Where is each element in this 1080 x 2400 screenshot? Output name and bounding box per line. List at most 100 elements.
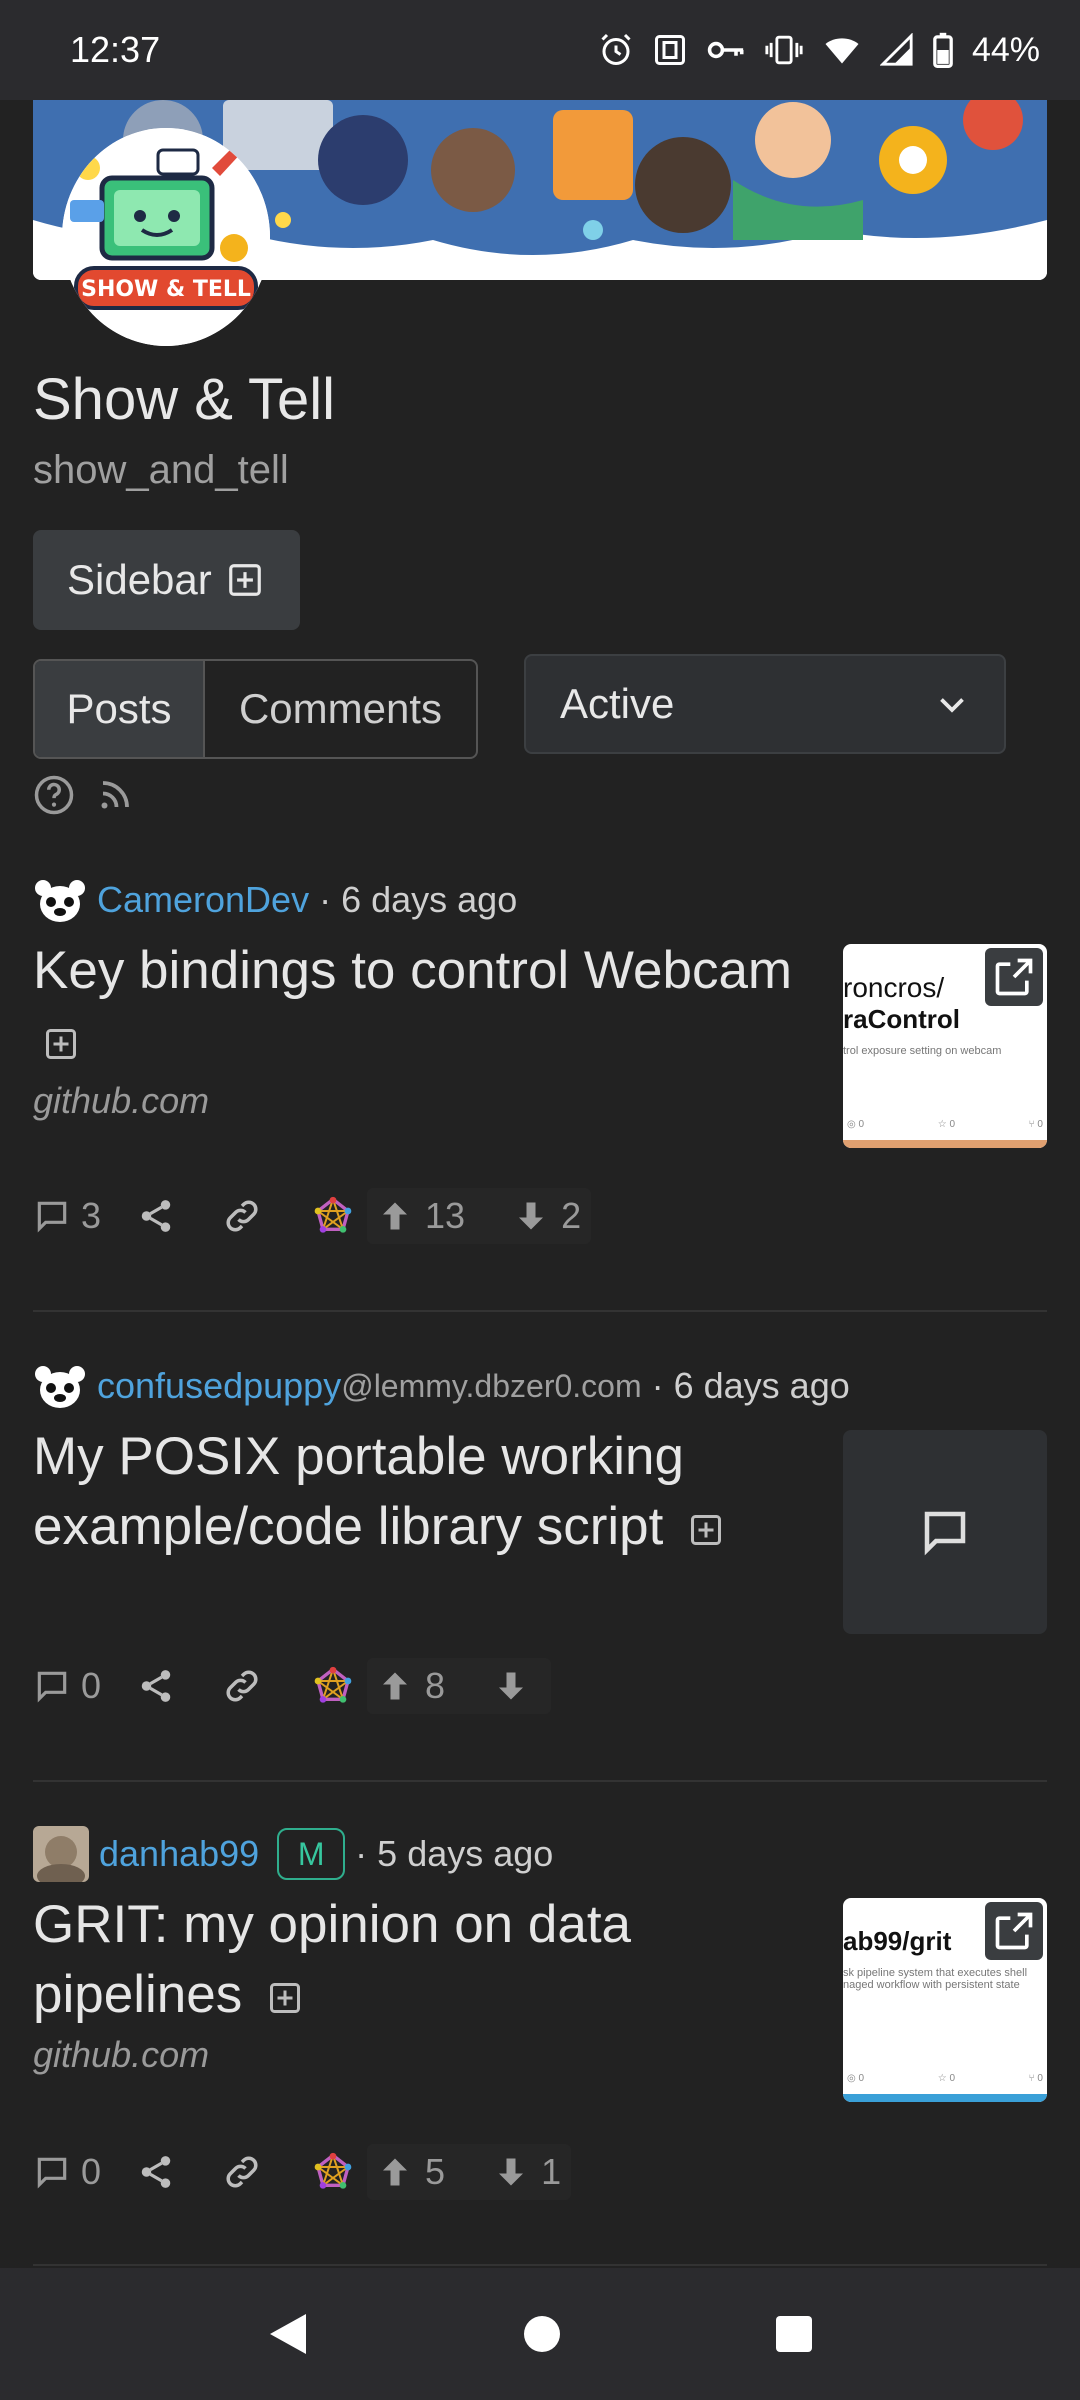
- meta-separator: ·: [651, 1365, 664, 1406]
- external-link-badge: [985, 1902, 1043, 1960]
- thumbnail-line-2: raControl: [843, 1004, 960, 1034]
- share-icon[interactable]: [137, 2153, 175, 2191]
- logo-text: SHOW & TELL: [81, 277, 251, 302]
- back-icon[interactable]: [266, 2310, 310, 2358]
- downvote-arrow-icon[interactable]: [493, 1668, 529, 1704]
- expand-plus-icon: [228, 564, 261, 596]
- comments-action[interactable]: 0: [33, 2151, 101, 2193]
- show-and-tell-logo: SHOW & TELL: [62, 128, 270, 346]
- recents-icon[interactable]: [774, 2314, 814, 2354]
- rss-icon[interactable]: [97, 777, 133, 813]
- link-icon[interactable]: [221, 1195, 263, 1237]
- upvote-arrow-icon[interactable]: [377, 2154, 413, 2190]
- upvote-count: 5: [425, 2151, 446, 2192]
- vote-box: 8: [367, 1658, 552, 1714]
- downvote-count: 2: [561, 1195, 582, 1236]
- community-logo: SHOW & TELL: [62, 128, 270, 346]
- comment-count: 0: [81, 1665, 102, 1706]
- expand-plus-icon[interactable]: [688, 1512, 724, 1548]
- nfc-icon: [654, 35, 685, 65]
- post-divider: [33, 1780, 1047, 1782]
- chevron-down-icon: [940, 698, 964, 713]
- post-author[interactable]: CameronDev: [97, 879, 309, 921]
- upvote-count: 13: [425, 1195, 466, 1236]
- fediverse-icon[interactable]: [313, 2152, 353, 2192]
- user-avatar-icon[interactable]: [33, 1362, 87, 1410]
- community-handle: show_and_tell: [33, 448, 289, 492]
- downvote-arrow-icon[interactable]: [493, 2154, 529, 2190]
- status-bar: 12:37 44%: [0, 0, 1080, 100]
- share-icon[interactable]: [137, 1667, 175, 1705]
- post-title[interactable]: Key bindings to control Webcam: [33, 936, 813, 1076]
- fediverse-icon[interactable]: [313, 1196, 353, 1236]
- thumbnail-text: roncros/ raControl trol exposure setting…: [843, 972, 1001, 1057]
- comment-icon: [37, 1201, 67, 1233]
- post-title-text: Key bindings to control Webcam: [33, 941, 793, 1000]
- battery-icon: [933, 32, 953, 68]
- downvote-count: 1: [541, 2151, 562, 2192]
- help-icon[interactable]: [33, 774, 75, 816]
- expand-plus-icon[interactable]: [267, 1980, 303, 2016]
- vote-box: 5 1: [367, 2144, 572, 2200]
- fediverse-icon[interactable]: [313, 1666, 353, 1706]
- post-author[interactable]: confusedpuppy: [97, 1365, 341, 1407]
- community-title: Show & Tell: [33, 367, 335, 432]
- downvote-arrow-icon[interactable]: [513, 1198, 549, 1234]
- post-card: CameronDev · 6 days ago Key bindings to …: [33, 870, 1047, 1244]
- avatar-photo: [33, 1826, 89, 1882]
- share-icon[interactable]: [137, 1197, 175, 1235]
- post-meta: danhab99 M · 5 days ago: [33, 1824, 1047, 1884]
- comment-icon: [37, 1671, 67, 1703]
- post-time: 5 days ago: [377, 1833, 554, 1874]
- meta-separator: ·: [319, 879, 332, 920]
- user-avatar-icon[interactable]: [33, 876, 87, 924]
- vibrate-icon: [765, 35, 803, 65]
- post-author[interactable]: danhab99: [99, 1833, 259, 1875]
- post-card: danhab99 M · 5 days ago GRIT: my opinion…: [33, 1824, 1047, 2200]
- upvote-count: 8: [425, 1665, 446, 1706]
- thumbnail-stats: ◎ 0 ☆ 0 ⑂ 0: [847, 1119, 1043, 1130]
- comments-action[interactable]: 0: [33, 1665, 101, 1707]
- comment-count: 3: [81, 1195, 102, 1236]
- thumbnail-stats: ◎ 0 ☆ 0 ⑂ 0: [847, 2073, 1043, 2084]
- post-title-text: GRIT: my opinion on data pipelines: [33, 1895, 632, 2024]
- home-icon[interactable]: [522, 2314, 562, 2354]
- post-actions: 0 5 1: [33, 2142, 572, 2202]
- post-title-text: My POSIX portable working example/code l…: [33, 1427, 684, 1556]
- upvote-arrow-icon[interactable]: [377, 1668, 413, 1704]
- post-actions: 0 8: [33, 1656, 552, 1716]
- post-title[interactable]: GRIT: my opinion on data pipelines: [33, 1890, 813, 2030]
- post-divider: [33, 2264, 1047, 2266]
- sidebar-button[interactable]: Sidebar: [33, 530, 300, 630]
- tab-comments[interactable]: Comments: [205, 661, 476, 757]
- post-thumbnail[interactable]: ab99/grit sk pipeline system that execut…: [843, 1898, 1047, 2102]
- post-thumbnail[interactable]: roncros/ raControl trol exposure setting…: [843, 944, 1047, 1148]
- signal-icon: [879, 33, 913, 66]
- post-author-instance: @lemmy.dbzer0.com: [341, 1367, 642, 1404]
- vpn-key-icon: [707, 41, 744, 59]
- link-icon[interactable]: [221, 2151, 263, 2193]
- community-utility-icons: [33, 774, 133, 816]
- status-icons: 44%: [598, 31, 1040, 70]
- link-icon[interactable]: [221, 1665, 263, 1707]
- upvote-arrow-icon[interactable]: [377, 1198, 413, 1234]
- comment-count: 0: [81, 2151, 102, 2192]
- avatar[interactable]: [33, 1826, 89, 1882]
- post-meta: CameronDev · 6 days ago: [33, 870, 1047, 930]
- external-link-icon: [995, 1912, 1033, 1950]
- moderator-badge: M: [277, 1828, 346, 1880]
- post-thumbnail-placeholder[interactable]: [843, 1430, 1047, 1634]
- post-time: 6 days ago: [341, 879, 518, 920]
- thumbnail-bar: [843, 2094, 1047, 2102]
- sort-select[interactable]: Active: [524, 654, 1006, 754]
- thumbnail-description: sk pipeline system that executes shell n…: [843, 1967, 1028, 1991]
- tab-posts[interactable]: Posts: [35, 661, 205, 757]
- external-link-icon: [995, 958, 1033, 996]
- post-card: confusedpuppy @lemmy.dbzer0.com · 6 days…: [33, 1356, 1047, 1714]
- expand-plus-icon[interactable]: [43, 1026, 79, 1062]
- comments-action[interactable]: 3: [33, 1195, 101, 1237]
- comment-icon: [924, 1511, 966, 1556]
- external-link-badge: [985, 948, 1043, 1006]
- sort-selected-value: Active: [560, 680, 675, 727]
- post-title[interactable]: My POSIX portable working example/code l…: [33, 1422, 813, 1562]
